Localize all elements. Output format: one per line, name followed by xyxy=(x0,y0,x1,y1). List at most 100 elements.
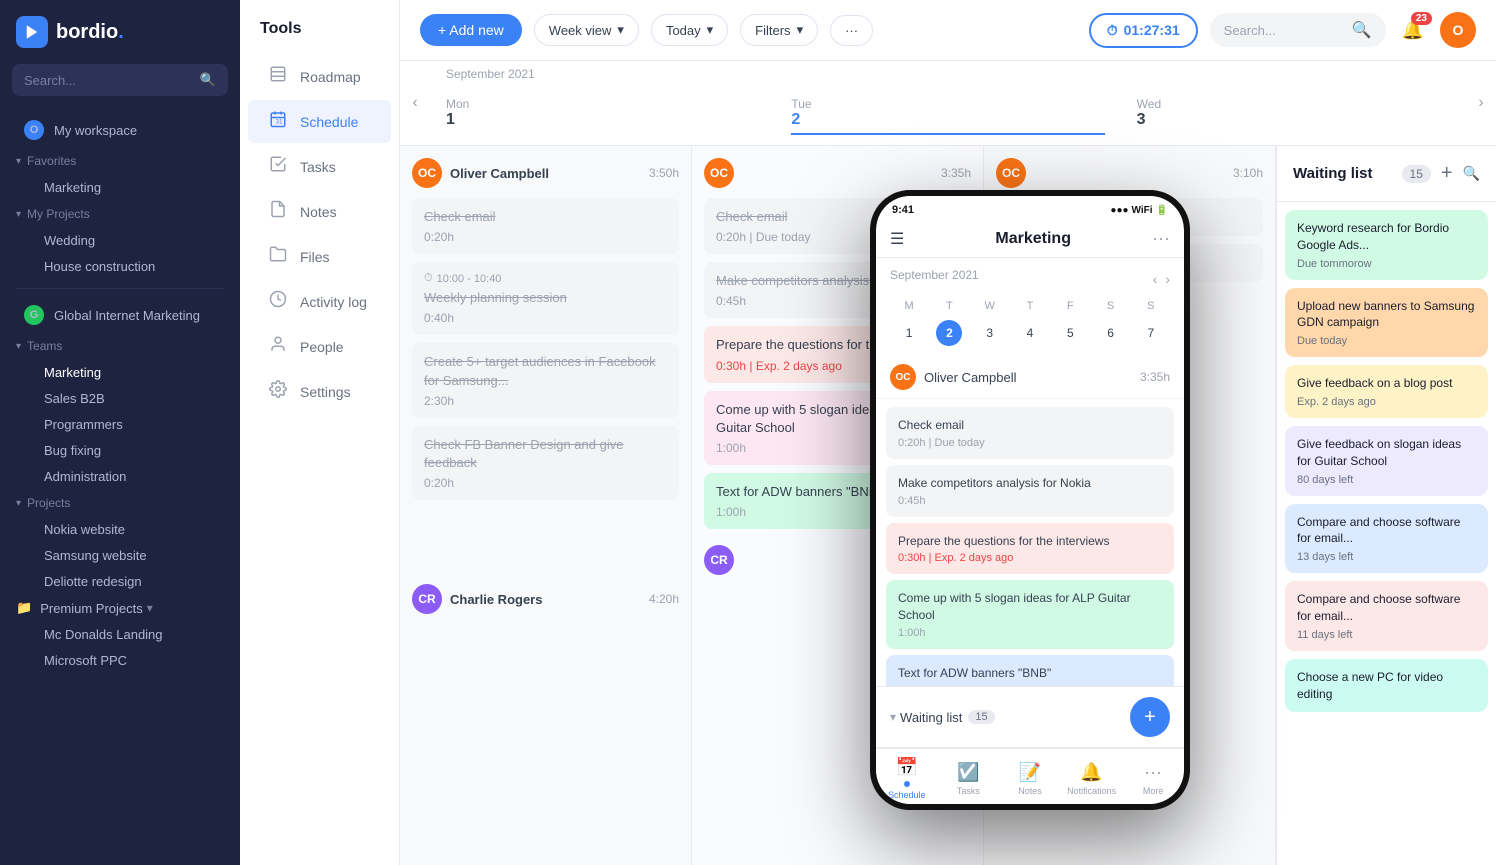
sidebar-item-marketing-team[interactable]: Marketing xyxy=(16,360,232,385)
phone-task[interactable]: Text for ADW banners "BNB" 1:00h xyxy=(886,655,1174,686)
add-new-button[interactable]: + Add new xyxy=(420,14,522,46)
sidebar-search-icon: 🔍 xyxy=(200,72,216,88)
task-card[interactable]: Check FB Banner Design and give feedback… xyxy=(412,426,679,500)
more-button[interactable]: ··· xyxy=(830,15,873,46)
sidebar-search-input[interactable] xyxy=(24,73,196,88)
phone-nav-notifications[interactable]: 🔔 Notifications xyxy=(1061,762,1123,796)
tools-item-schedule[interactable]: 31 Schedule xyxy=(248,100,391,143)
month-label: September 2021 xyxy=(430,61,1466,87)
waiting-card[interactable]: Upload new banners to Samsung GDN campai… xyxy=(1285,288,1488,358)
projects-label: Projects xyxy=(27,496,70,510)
waiting-card[interactable]: Keyword research for Bordio Google Ads..… xyxy=(1285,210,1488,280)
phone-task[interactable]: Come up with 5 slogan ideas for ALP Guit… xyxy=(886,580,1174,649)
phone-fab-button[interactable]: + xyxy=(1130,697,1170,737)
phone-nav-schedule[interactable]: 📅 Schedule xyxy=(876,757,938,800)
phone-task[interactable]: Make competitors analysis for Nokia 0:45… xyxy=(886,465,1174,517)
tools-item-tasks[interactable]: Tasks xyxy=(248,145,391,188)
tools-item-activitylog[interactable]: Activity log xyxy=(248,280,391,323)
phone-date[interactable]: 4 xyxy=(1017,320,1043,346)
sidebar-item-microsoft[interactable]: Microsoft PPC xyxy=(16,648,232,673)
phone-date[interactable]: 7 xyxy=(1138,320,1164,346)
sidebar-item-programmers[interactable]: Programmers xyxy=(16,412,232,437)
phone-more-icon[interactable]: ··· xyxy=(1152,228,1170,249)
phone-menu-icon[interactable]: ☰ xyxy=(890,229,904,249)
sidebar-item-workspace[interactable]: O My workspace xyxy=(8,113,232,147)
tools-item-settings[interactable]: Settings xyxy=(248,370,391,413)
org-label: Global Internet Marketing xyxy=(54,308,200,323)
person-header-col1: OC Oliver Campbell 3:50h xyxy=(412,158,679,188)
tools-item-notes[interactable]: Notes xyxy=(248,190,391,233)
activitylog-label: Activity log xyxy=(300,294,367,310)
phone-weekday: T xyxy=(1011,298,1049,314)
phone-task-sub: 0:30h | Exp. 2 days ago xyxy=(898,552,1162,564)
sidebar-search-box[interactable]: 🔍 xyxy=(12,64,228,96)
task-title: Check FB Banner Design and give feedback xyxy=(424,436,667,472)
sidebar-item-sales[interactable]: Sales B2B xyxy=(16,386,232,411)
person-info-charlie: CR Charlie Rogers xyxy=(412,584,542,614)
notifications-button[interactable]: 🔔 23 xyxy=(1398,16,1428,45)
tools-item-people[interactable]: People xyxy=(248,325,391,368)
phone-nav-schedule-icon: 📅 xyxy=(896,757,918,778)
phone-nav-notes[interactable]: 📝 Notes xyxy=(999,762,1061,796)
sidebar-item-bugfixing[interactable]: Bug fixing xyxy=(16,438,232,463)
phone-date-today[interactable]: 2 xyxy=(936,320,962,346)
phone-date[interactable]: 1 xyxy=(896,320,922,346)
phone-weekday: W xyxy=(971,298,1009,314)
phone-dates: 1 2 3 4 5 6 7 xyxy=(890,320,1170,346)
sidebar-group-projects[interactable]: ▾ Projects xyxy=(0,490,240,516)
task-title: Check email xyxy=(424,208,667,226)
phone-task-sub: 0:45h xyxy=(898,495,1162,507)
sidebar-item-samsung[interactable]: Samsung website xyxy=(16,543,232,568)
person-time-col1: 3:50h xyxy=(649,166,679,180)
waiting-search-button[interactable]: 🔍 xyxy=(1463,165,1480,182)
today-button[interactable]: Today ▾ xyxy=(651,14,728,46)
waiting-card[interactable]: Compare and choose software for email...… xyxy=(1285,581,1488,651)
sidebar-item-global-org[interactable]: G Global Internet Marketing xyxy=(8,298,232,332)
header-search-input[interactable] xyxy=(1224,23,1344,38)
prev-arrow[interactable]: ‹ xyxy=(408,90,421,116)
header-search-box[interactable]: 🔍 xyxy=(1210,13,1386,47)
phone-date[interactable]: 3 xyxy=(977,320,1003,346)
phone-calendar: September 2021 ‹ › M T W T F S S 1 2 3 4 xyxy=(876,258,1184,356)
filters-button[interactable]: Filters ▾ xyxy=(740,14,818,46)
sidebar-item-mcdonalds[interactable]: Mc Donalds Landing xyxy=(16,622,232,647)
timer-button[interactable]: ⏱ 01:27:31 xyxy=(1089,13,1198,48)
charlie-avatar: CR xyxy=(412,584,442,614)
sidebar-item-wedding[interactable]: Wedding xyxy=(16,228,232,253)
sidebar-group-myprojects[interactable]: ▾ My Projects xyxy=(0,201,240,227)
sidebar-item-premium[interactable]: 📁 Premium Projects ▾ xyxy=(0,595,240,621)
tools-item-files[interactable]: Files xyxy=(248,235,391,278)
tasks-label: Tasks xyxy=(300,159,336,175)
week-view-button[interactable]: Week view ▾ xyxy=(534,14,639,46)
phone-task[interactable]: Prepare the questions for the interviews… xyxy=(886,523,1174,575)
waiting-card[interactable]: Give feedback on slogan ideas for Guitar… xyxy=(1285,426,1488,496)
sidebar-group-teams[interactable]: ▾ Teams xyxy=(0,333,240,359)
sidebar-item-house[interactable]: House construction xyxy=(16,254,232,279)
task-card[interactable]: ⏱ 10:00 - 10:40 Weekly planning session … xyxy=(412,262,679,335)
phone-date[interactable]: 6 xyxy=(1098,320,1124,346)
phone-date[interactable]: 5 xyxy=(1057,320,1083,346)
waiting-card[interactable]: Compare and choose software for email...… xyxy=(1285,504,1488,574)
sidebar-item-deliotte[interactable]: Deliotte redesign xyxy=(16,569,232,594)
phone-waiting-label: Waiting list xyxy=(900,710,962,725)
waiting-card[interactable]: Give feedback on a blog post Exp. 2 days… xyxy=(1285,365,1488,418)
sidebar-item-nokia[interactable]: Nokia website xyxy=(16,517,232,542)
sidebar-item-marketing-fav[interactable]: Marketing xyxy=(16,175,232,200)
tools-item-roadmap[interactable]: Roadmap xyxy=(248,55,391,98)
schedule-icon: 31 xyxy=(268,110,288,133)
phone-nav-tasks[interactable]: ☑️ Tasks xyxy=(938,762,1000,796)
phone-task[interactable]: Check email 0:20h | Due today xyxy=(886,407,1174,459)
task-card[interactable]: Check email 0:20h xyxy=(412,198,679,254)
phone-nav-more[interactable]: ··· More xyxy=(1122,762,1184,796)
phone-header: ☰ Marketing ··· xyxy=(876,220,1184,258)
user-avatar-button[interactable]: O xyxy=(1440,12,1476,48)
waiting-add-button[interactable]: + xyxy=(1439,160,1455,187)
next-arrow[interactable]: › xyxy=(1474,90,1487,116)
phone-prev-arrow[interactable]: ‹ xyxy=(1153,271,1158,287)
phone-next-arrow[interactable]: › xyxy=(1165,271,1170,287)
sidebar-item-administration[interactable]: Administration xyxy=(16,464,232,489)
waiting-card[interactable]: Choose a new PC for video editing xyxy=(1285,659,1488,713)
waiting-card-title: Compare and choose software for email... xyxy=(1297,514,1476,548)
sidebar-group-favorites[interactable]: ▾ Favorites xyxy=(0,148,240,174)
task-card[interactable]: Create 5+ target audiences in Facebook f… xyxy=(412,343,679,417)
